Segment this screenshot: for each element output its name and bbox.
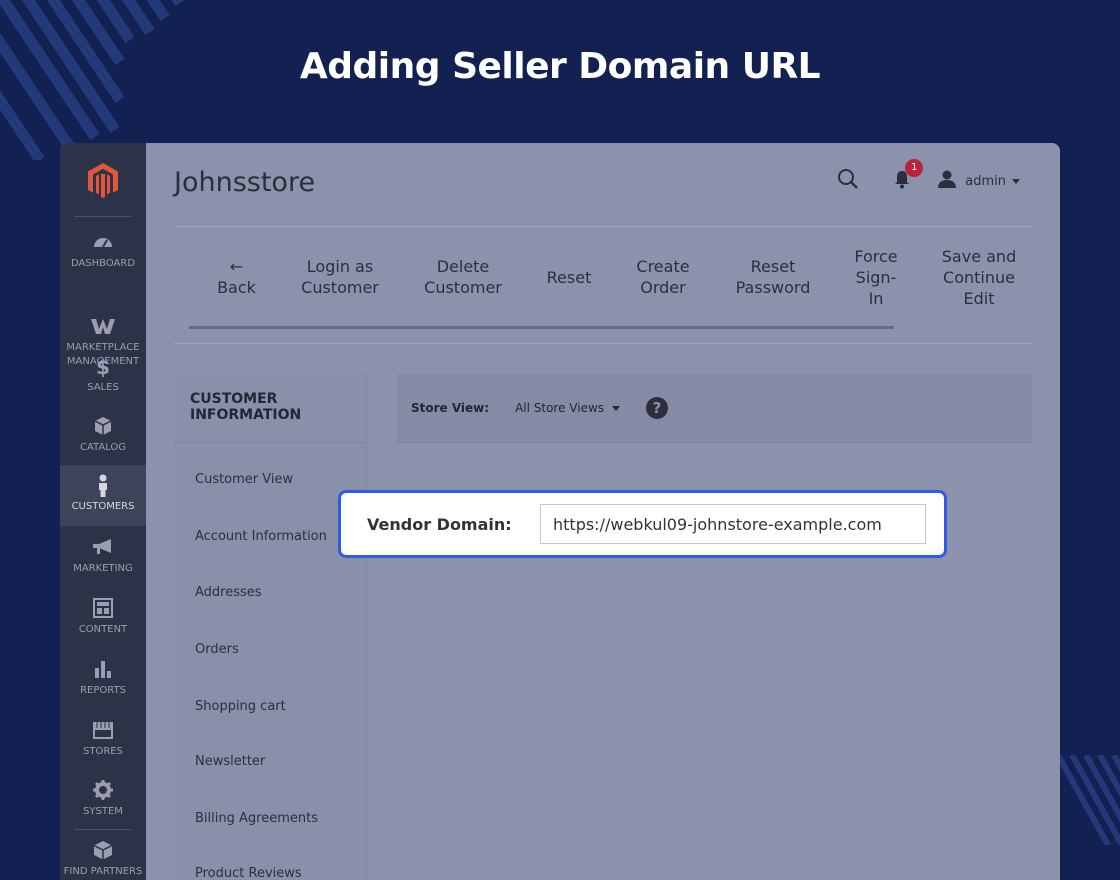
sidebar-item-marketing[interactable]: MARKETING [60,536,146,576]
header-actions: 1 admin [837,158,1020,195]
reset-button[interactable]: Reset [529,227,609,327]
vendor-domain-label: Vendor Domain: [367,514,512,534]
search-icon[interactable] [837,168,859,195]
sidebar-item-label: CONTENT [78,624,128,635]
store-icon [60,719,146,743]
store-view-label: Store View: [411,401,490,415]
partners-icon [60,839,146,863]
bar-chart-icon [60,658,146,682]
decorative-stripes [1058,755,1120,845]
store-view-selected: All Store Views [515,401,605,415]
toolbar-scrollbar[interactable] [189,326,894,329]
sidebar-item-content[interactable]: CONTENT [60,597,146,637]
sidebar: DASHBOARD MARKETPLACE MANAGEMENT $ SALES… [60,143,146,880]
sidebar-item-label: CATALOG [79,442,127,453]
dollar-icon: $ [96,355,110,379]
action-toolbar: ← Back Login as Customer Delete Customer… [174,226,1032,344]
tab-shopping-cart[interactable]: Shopping cart [195,699,286,714]
sidebar-item-label: SALES [87,382,119,393]
back-button[interactable]: ← Back [189,227,284,327]
vendor-domain-callout: Vendor Domain: [338,490,947,558]
box-icon [60,415,146,439]
store-view-select[interactable]: All Store Views [515,401,621,415]
megaphone-icon [60,536,146,560]
gear-icon [60,779,146,803]
notifications-bell-icon[interactable]: 1 [893,158,924,194]
sidebar-item-label: SYSTEM [83,806,123,817]
back-button-label: Back [217,278,256,297]
arrow-left-icon: ← [229,257,244,276]
force-sign-in-button[interactable]: Force Sign- In [837,227,915,327]
chevron-down-icon [1012,178,1020,184]
person-icon [60,474,146,498]
sidebar-item-reports[interactable]: REPORTS [60,658,146,698]
sidebar-item-system[interactable]: SYSTEM [60,779,146,819]
page-title: Johnsstore [174,167,316,198]
sidebar-item-find-partners[interactable]: FIND PARTNERS [60,839,146,879]
help-icon[interactable]: ? [646,397,669,419]
save-and-continue-button[interactable]: Save and Continue Edit [926,227,1032,327]
tab-account-information[interactable]: Account Information [195,529,327,544]
banner-title: Adding Seller Domain URL [299,46,821,87]
reset-password-button[interactable]: Reset Password [714,227,832,327]
sidebar-item-label: MARKETING [73,563,133,574]
sidebar-item-label: REPORTS [80,685,126,696]
tab-product-reviews[interactable]: Product Reviews [195,866,302,880]
sidebar-item-label: STORES [83,746,123,757]
create-order-button[interactable]: Create Order [619,227,707,327]
sidebar-item-customers[interactable]: CUSTOMERS [60,465,146,526]
user-icon [937,170,957,192]
sidebar-divider [74,216,132,217]
customer-info-panel: CUSTOMER INFORMATION Customer View Accou… [174,374,367,880]
sidebar-item-label: CUSTOMERS [71,501,135,512]
layout-icon [60,597,146,621]
tab-customer-view[interactable]: Customer View [195,472,293,487]
dashboard-icon [60,231,146,255]
magento-logo-icon[interactable] [84,161,122,199]
panel-heading: CUSTOMER INFORMATION [174,374,366,443]
sidebar-item-sales[interactable]: $ SALES [60,355,146,395]
user-name: admin [965,173,1006,189]
sidebar-item-label: FIND PARTNERS [63,866,143,877]
user-menu[interactable]: admin [937,170,1020,192]
sidebar-item-dashboard[interactable]: DASHBOARD [60,231,146,271]
store-view-bar: Store View: All Store Views ? [397,374,1032,443]
sidebar-item-catalog[interactable]: CATALOG [60,415,146,455]
delete-customer-button[interactable]: Delete Customer [404,227,522,327]
sidebar-item-stores[interactable]: STORES [60,719,146,759]
marketplace-icon [60,301,146,334]
sidebar-item-label: DASHBOARD [70,258,136,269]
vendor-domain-input[interactable] [540,504,926,544]
tab-newsletter[interactable]: Newsletter [195,754,265,769]
login-as-customer-button[interactable]: Login as Customer [284,227,396,327]
tab-orders[interactable]: Orders [195,642,239,657]
tab-billing-agreements[interactable]: Billing Agreements [195,811,318,826]
sidebar-divider [74,829,132,830]
tab-addresses[interactable]: Addresses [195,585,262,600]
notification-count-badge: 1 [905,158,924,177]
chevron-down-icon [612,405,621,411]
